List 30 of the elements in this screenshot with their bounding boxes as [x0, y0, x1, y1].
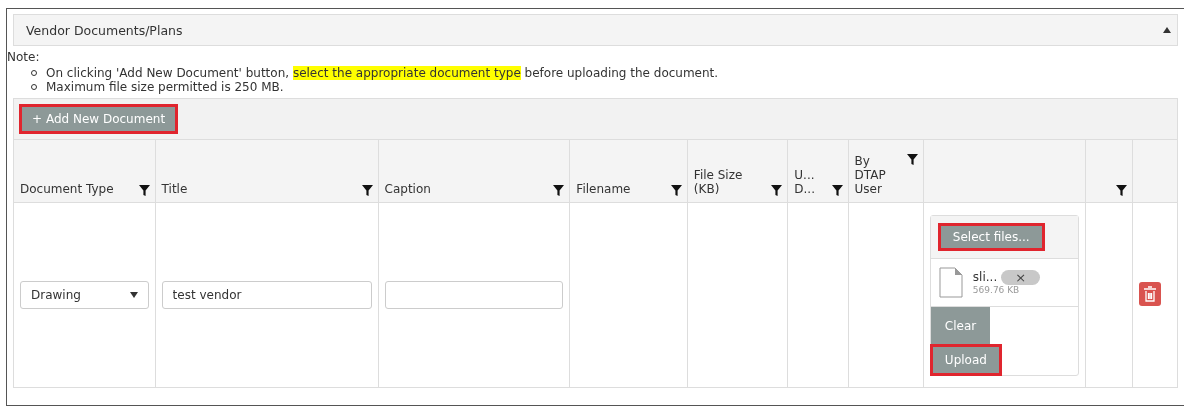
- note-text: Maximum file size permitted is 250 MB.: [46, 80, 284, 94]
- caption-field[interactable]: [384, 281, 564, 309]
- column-label: File Size (KB): [693, 168, 744, 196]
- delete-icon[interactable]: [1138, 281, 1161, 306]
- filter-icon[interactable]: [831, 185, 843, 196]
- filter-icon[interactable]: [771, 185, 783, 196]
- filter-icon[interactable]: [138, 185, 150, 196]
- file-icon: [938, 266, 963, 298]
- filter-icon[interactable]: [1115, 185, 1127, 196]
- filter-icon[interactable]: [553, 185, 565, 196]
- filter-icon[interactable]: [361, 185, 373, 196]
- filter-icon[interactable]: [906, 154, 918, 165]
- panel-header[interactable]: Vendor Documents/Plans: [13, 14, 1178, 46]
- dropdown-caret-icon: [129, 292, 138, 298]
- file-size: 569.76 KB: [972, 284, 1020, 295]
- column-label: Filename: [576, 182, 631, 196]
- document-type-dropdown[interactable]: Drawing: [20, 281, 149, 309]
- collapse-caret-icon[interactable]: [1163, 27, 1171, 33]
- column-label: Title: [161, 182, 188, 196]
- panel-title: Vendor Documents/Plans: [26, 22, 183, 38]
- remove-file-button[interactable]: ×: [1001, 269, 1041, 285]
- column-label: Document Type: [20, 182, 114, 196]
- column-label: Caption: [384, 182, 431, 196]
- column-label: By DTAP User: [854, 154, 887, 196]
- column-label: U... D...: [794, 168, 816, 196]
- file-name: sli...: [972, 270, 998, 284]
- note-label: Note:: [7, 50, 41, 64]
- title-field[interactable]: test vendor: [161, 281, 372, 309]
- filter-icon[interactable]: [670, 185, 682, 196]
- note-text: On clicking 'Add New Document' button, select the appropriate document type before uploading the document.: [46, 66, 719, 80]
